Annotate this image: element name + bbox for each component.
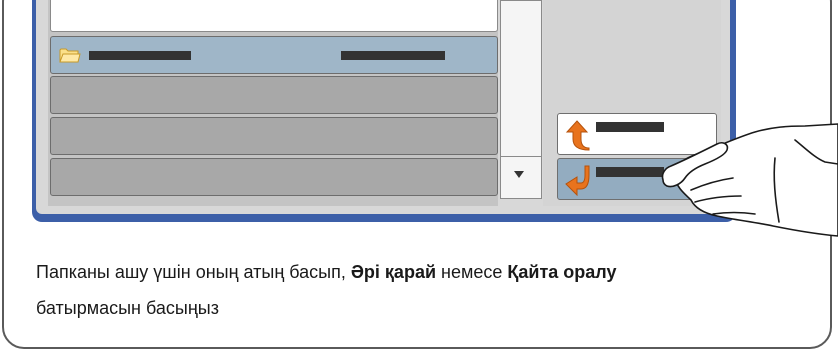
instruction-part2: немесе: [436, 262, 508, 282]
back-label-text: Қайта оралу: [507, 262, 617, 282]
arrow-back-icon: [565, 165, 590, 196]
list-item[interactable]: [50, 158, 498, 196]
pointing-hand-icon: [661, 123, 838, 237]
folder-name-placeholder: [89, 51, 191, 60]
back-label-placeholder: [596, 167, 664, 177]
list-item[interactable]: [50, 117, 498, 155]
forward-label-placeholder: [596, 122, 664, 132]
folder-icon: [59, 48, 81, 63]
scrollbar-divider: [501, 156, 541, 157]
forward-label-text: Әрі қарай: [350, 262, 437, 282]
list-item[interactable]: [50, 76, 498, 114]
list-item[interactable]: [50, 0, 498, 32]
scroll-down-icon[interactable]: [514, 171, 524, 178]
folder-row-selected[interactable]: [50, 36, 498, 74]
instruction-text: Папканы ашу үшін оның атың басып, Әрі қа…: [36, 254, 816, 326]
folder-date-placeholder: [341, 51, 445, 60]
arrow-up-icon: [565, 120, 590, 151]
instruction-part1: Папканы ашу үшін оның атың басып,: [36, 262, 351, 282]
scrollbar[interactable]: [500, 0, 542, 199]
instruction-part3: батырмасын басыңыз: [36, 298, 219, 318]
